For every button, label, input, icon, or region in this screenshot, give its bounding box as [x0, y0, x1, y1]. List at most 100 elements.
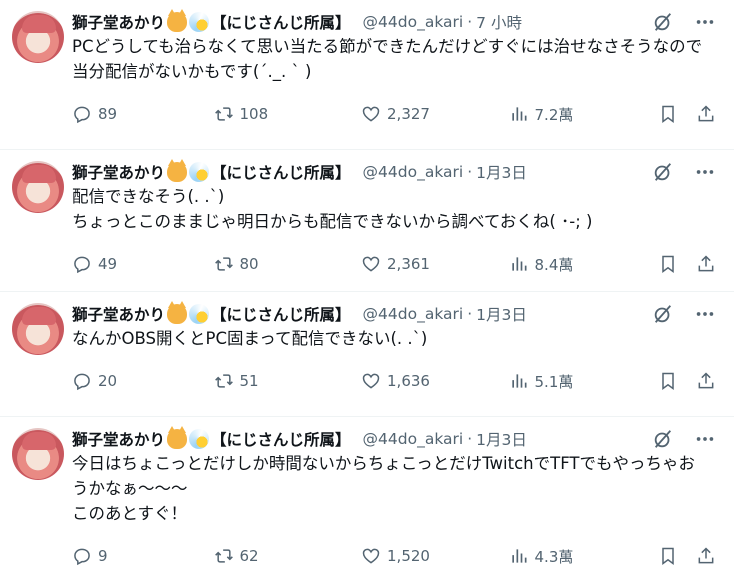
bookmark-button[interactable] — [658, 254, 678, 274]
like-button[interactable]: 1,636 — [361, 371, 509, 391]
reply-count: 9 — [98, 547, 108, 565]
grok-icon[interactable] — [652, 161, 674, 183]
retweet-button[interactable]: 51 — [214, 371, 362, 391]
comet-emoji — [189, 304, 210, 324]
more-icon[interactable] — [694, 303, 716, 325]
share-icon — [698, 105, 714, 122]
grok-icon[interactable] — [652, 303, 674, 325]
action-bar: 49 80 2,361 8.4萬 — [72, 242, 718, 286]
display-name-affiliation[interactable]: 【にじさんじ所属】 — [211, 161, 351, 183]
reply-button[interactable]: 20 — [72, 371, 214, 391]
share-button[interactable] — [696, 254, 716, 274]
display-name[interactable]: 獅子堂あかり — [72, 11, 165, 33]
tweet[interactable]: 獅子堂あかり 【にじさんじ所属】 @44do_akari · 1月3日 なんかO… — [0, 292, 734, 417]
timestamp[interactable]: 1月3日 — [476, 303, 527, 325]
reply-button[interactable]: 49 — [72, 254, 214, 274]
like-count: 1,520 — [387, 547, 430, 565]
tweet-header: 獅子堂あかり 【にじさんじ所属】 @44do_akari · 7 小時 — [72, 9, 718, 34]
view-count: 5.1萬 — [534, 372, 574, 391]
display-name[interactable]: 獅子堂あかり — [72, 161, 165, 183]
heart-icon — [362, 256, 380, 272]
retweet-count: 80 — [239, 255, 259, 273]
bookmark-icon — [662, 547, 674, 565]
grok-icon[interactable] — [652, 11, 674, 33]
time-separator: · — [467, 305, 473, 323]
cat-face-emoji — [167, 301, 188, 324]
comet-emoji — [189, 12, 210, 32]
tweet[interactable]: 獅子堂あかり 【にじさんじ所属】 @44do_akari · 1月3日 配信でき… — [0, 150, 734, 292]
bookmark-button[interactable] — [658, 104, 678, 124]
display-name[interactable]: 獅子堂あかり — [72, 303, 165, 325]
tweet-header: 獅子堂あかり 【にじさんじ所属】 @44do_akari · 1月3日 — [72, 159, 718, 184]
retweet-button[interactable]: 62 — [214, 546, 362, 566]
views-button[interactable]: 7.2萬 — [509, 104, 658, 125]
views-icon — [511, 549, 527, 563]
retweet-icon — [214, 374, 233, 388]
reply-icon — [74, 373, 90, 391]
timestamp[interactable]: 1月3日 — [476, 428, 527, 450]
bookmark-button[interactable] — [658, 371, 678, 391]
avatar[interactable] — [12, 11, 64, 63]
action-bar: 20 51 1,636 5.1萬 — [72, 359, 718, 403]
user-handle[interactable]: @44do_akari — [363, 163, 464, 181]
display-name-affiliation[interactable]: 【にじさんじ所属】 — [211, 428, 351, 450]
views-icon — [511, 257, 527, 271]
retweet-icon — [214, 549, 233, 563]
views-button[interactable]: 4.3萬 — [509, 546, 658, 567]
bookmark-icon — [662, 255, 674, 273]
bookmark-button[interactable] — [658, 546, 678, 566]
views-button[interactable]: 5.1萬 — [509, 371, 658, 392]
comet-emoji — [189, 162, 210, 182]
share-button[interactable] — [696, 371, 716, 391]
cat-face-emoji — [167, 9, 188, 32]
like-count: 2,361 — [387, 255, 430, 273]
display-name-affiliation[interactable]: 【にじさんじ所属】 — [211, 303, 351, 325]
cat-face-emoji — [167, 159, 188, 182]
avatar[interactable] — [12, 428, 64, 480]
reply-count: 20 — [98, 372, 118, 390]
display-name-affiliation[interactable]: 【にじさんじ所属】 — [211, 11, 351, 33]
share-button[interactable] — [696, 104, 716, 124]
like-count: 2,327 — [387, 105, 430, 123]
more-icon[interactable] — [694, 11, 716, 33]
user-handle[interactable]: @44do_akari — [363, 430, 464, 448]
grok-icon[interactable] — [652, 428, 674, 450]
heart-icon — [362, 373, 380, 389]
tweet-text: 今日はちょこっとだけしか時間ないからちょこっとだけTwitchでTFTでもやっち… — [72, 454, 695, 523]
reply-icon — [74, 256, 90, 274]
action-bar: 9 62 1,520 4.3萬 — [72, 534, 718, 578]
tweet-text: PCどうしても治らなくて思い当たる節ができたんだけどすぐには治せなさそうなので当… — [72, 37, 703, 81]
more-icon[interactable] — [694, 161, 716, 183]
tweet-feed: 獅子堂あかり 【にじさんじ所属】 @44do_akari · 7 小時 PCどう… — [0, 0, 734, 588]
user-handle[interactable]: @44do_akari — [363, 305, 464, 323]
tweet[interactable]: 獅子堂あかり 【にじさんじ所属】 @44do_akari · 1月3日 今日はち… — [0, 417, 734, 588]
like-button[interactable]: 2,361 — [361, 254, 509, 274]
reply-icon — [74, 106, 90, 124]
like-button[interactable]: 2,327 — [361, 104, 509, 124]
retweet-button[interactable]: 80 — [214, 254, 362, 274]
reply-icon — [74, 548, 90, 566]
tweet[interactable]: 獅子堂あかり 【にじさんじ所属】 @44do_akari · 7 小時 PCどう… — [0, 0, 734, 150]
reply-button[interactable]: 89 — [72, 104, 214, 124]
heart-icon — [362, 548, 380, 564]
like-button[interactable]: 1,520 — [361, 546, 509, 566]
time-separator: · — [467, 430, 473, 448]
display-name[interactable]: 獅子堂あかり — [72, 428, 165, 450]
share-icon — [698, 255, 714, 272]
action-bar: 89 108 2,327 7.2萬 — [72, 92, 718, 136]
share-button[interactable] — [696, 546, 716, 566]
time-separator: · — [467, 13, 473, 31]
bookmark-icon — [662, 105, 674, 123]
timestamp[interactable]: 1月3日 — [476, 161, 527, 183]
avatar[interactable] — [12, 161, 64, 213]
retweet-count: 62 — [239, 547, 259, 565]
views-button[interactable]: 8.4萬 — [509, 254, 658, 275]
retweet-count: 51 — [239, 372, 259, 390]
retweet-button[interactable]: 108 — [214, 104, 362, 124]
more-icon[interactable] — [694, 428, 716, 450]
avatar[interactable] — [12, 303, 64, 355]
share-icon — [698, 547, 714, 564]
user-handle[interactable]: @44do_akari — [363, 13, 464, 31]
reply-button[interactable]: 9 — [72, 546, 214, 566]
timestamp[interactable]: 7 小時 — [476, 11, 522, 33]
